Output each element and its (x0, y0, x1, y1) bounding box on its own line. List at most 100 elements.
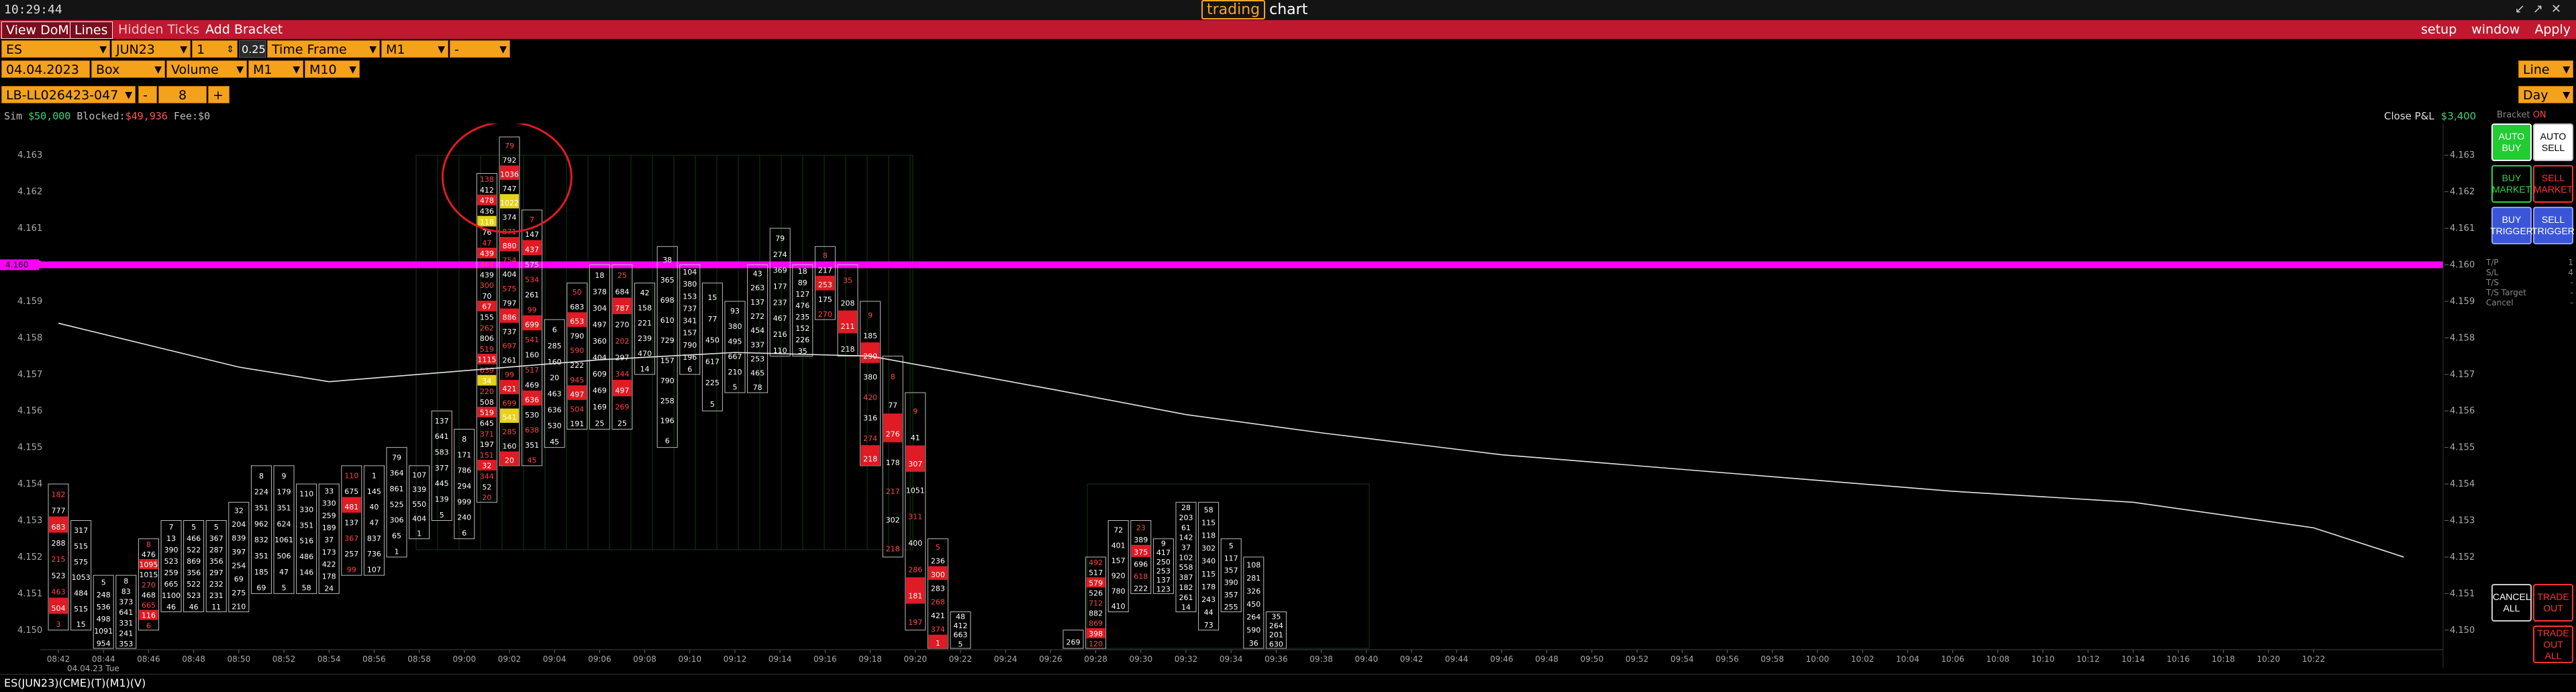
lines-button[interactable]: Lines (70, 21, 113, 39)
volume-cell: 525 (390, 500, 404, 509)
timeframe-select[interactable]: M1 ▼ (381, 40, 448, 58)
time-label: 10:04 (1896, 654, 1920, 664)
volume-cell: 3 (56, 620, 61, 629)
order-stat-value: - (2570, 278, 2573, 287)
volume-cell: 357 (1224, 591, 1238, 599)
account-minus-button[interactable]: - (138, 86, 157, 103)
volume-cell: 5 (214, 523, 219, 532)
account-select[interactable]: LB-LL026423-047 ▼ (1, 86, 136, 103)
volume-cell: 115 (1201, 570, 1216, 579)
volume-cell: 5 (936, 543, 940, 552)
m1-select[interactable]: M1 ▼ (248, 60, 303, 78)
volume-cell: 504 (570, 405, 584, 413)
close-icon[interactable]: ✕ (2551, 2, 2569, 16)
symbol-select[interactable]: ES ▼ (1, 40, 110, 58)
volume-cell: 104 (683, 268, 697, 277)
sell-trigger-button[interactable]: SELL TRIGGER (2532, 207, 2575, 244)
timeframe-extra-select[interactable]: - ▼ (450, 40, 510, 58)
volume-cell: 1095 (139, 560, 158, 569)
volume-cell: 351 (254, 504, 268, 513)
minimize-icon[interactable]: ↙ (2515, 2, 2533, 16)
buy-market-button[interactable]: BUY MARKET (2491, 165, 2532, 203)
volume-cell: 515 (74, 542, 88, 550)
volume-cell: 304 (593, 304, 607, 313)
time-label: 08:58 (407, 654, 431, 664)
date-field[interactable]: 04.04.2023 (1, 60, 90, 78)
hidden-ticks-button[interactable]: Hidden Ticks (114, 21, 203, 38)
volume-cell: 152 (795, 324, 809, 333)
order-stat-row: S/L 4 (2486, 268, 2573, 278)
line-mode-select[interactable]: Line ▼ (2518, 60, 2573, 78)
auto-sell-button[interactable]: AUTO SELL (2533, 123, 2573, 161)
volume-cell: 869 (187, 557, 201, 566)
sell-market-button[interactable]: SELL MARKET (2533, 165, 2573, 203)
time-label: 09:32 (1175, 654, 1198, 664)
setup-menu[interactable]: setup (2421, 22, 2457, 37)
volume-cell: 137 (1156, 576, 1171, 585)
volume-cell: 275 (232, 589, 246, 597)
volume-cell: 202 (615, 337, 630, 346)
volume-cell: 523 (52, 571, 66, 580)
timeframe-type-select[interactable]: Time Frame ▼ (267, 40, 380, 58)
cancel-all-button[interactable]: CANCEL ALL (2491, 584, 2532, 622)
time-label: 09:36 (1265, 654, 1288, 664)
symbol-value: ES (6, 42, 23, 57)
maximize-icon[interactable]: ↗ (2533, 2, 2551, 16)
qty-stepper[interactable]: 1 ⇕ (192, 40, 238, 58)
volume-cell: 478 (480, 197, 494, 205)
volume-cell: 353 (119, 640, 133, 648)
chevron-down-icon: ▼ (499, 44, 507, 55)
volume-cell: 610 (660, 316, 675, 325)
add-bracket-button[interactable]: Add Bracket (201, 21, 287, 38)
volume-cell: 47 (482, 239, 491, 248)
volume-cell: 272 (750, 312, 764, 321)
time-label: 09:22 (949, 654, 973, 664)
volume-cell: 6 (146, 622, 151, 630)
volume-cell: 306 (390, 516, 404, 525)
volume-select[interactable]: Volume ▼ (166, 60, 247, 78)
volume-cell: 286 (908, 565, 922, 574)
volume-cell: 14 (1181, 603, 1191, 612)
volume-cell: 367 (209, 534, 224, 543)
auto-buy-button[interactable]: AUTO BUY (2491, 123, 2532, 161)
account-qty-field[interactable]: 8 (158, 86, 207, 103)
day-mode-select[interactable]: Day ▼ (2518, 86, 2573, 103)
trade-out-button[interactable]: TRADE OUT (2533, 584, 2573, 622)
volume-cell: 269 (1067, 638, 1081, 647)
account-info-line: Sim $50,000 Blocked:$49,936 Fee:$0 (4, 110, 210, 122)
clock: 10:29:44 (4, 3, 62, 17)
volume-cell: 463 (52, 588, 66, 597)
volume-cell: 1 (372, 472, 377, 481)
box-select[interactable]: Box ▼ (91, 60, 165, 78)
volume-cell: 737 (503, 328, 517, 336)
volume-cell: 962 (254, 520, 268, 528)
volume-cell: 45 (550, 438, 559, 446)
apply-menu[interactable]: Apply (2534, 22, 2571, 37)
trade-out-all-button[interactable]: TRADE OUT ALL (2533, 626, 2573, 663)
volume-cell: 215 (52, 555, 66, 564)
volume-cell: 99 (505, 370, 514, 379)
volume-cell: 302 (1201, 544, 1216, 553)
buy-trigger-button[interactable]: BUY TRIGGER (2490, 207, 2533, 244)
volume-cell: 43 (753, 269, 762, 278)
vwap-line (58, 322, 2404, 558)
volume-cell: 404 (503, 270, 517, 279)
price-label-right: 4.151 (2450, 589, 2475, 599)
footprint-chart[interactable]: 4.163 4.163 4.162 4.162 4.161 4.161 4.160 4.160… (0, 123, 2483, 674)
volume-cell: 288 (52, 539, 66, 548)
date-value: 04.04.2023 (6, 62, 79, 77)
m10-select[interactable]: M10 ▼ (305, 60, 360, 78)
volume-cell: 158 (638, 304, 652, 313)
volume-cell: 117 (1224, 554, 1238, 562)
volume-cell: 667 (728, 352, 742, 361)
contract-value: JUN23 (116, 42, 155, 57)
account-plus-button[interactable]: + (208, 86, 230, 103)
volume-cell: 374 (503, 213, 517, 222)
status-bar: ES(JUN23)(CME)(T)(M1)(V) (0, 674, 2576, 692)
volume-cell: 422 (322, 560, 336, 569)
view-dom-button[interactable]: View DoM (1, 21, 74, 39)
contract-select[interactable]: JUN23 ▼ (111, 40, 191, 58)
price-label-right: 4.153 (2450, 516, 2475, 526)
volume-cell: 25 (617, 271, 627, 280)
window-menu[interactable]: window (2471, 22, 2520, 37)
